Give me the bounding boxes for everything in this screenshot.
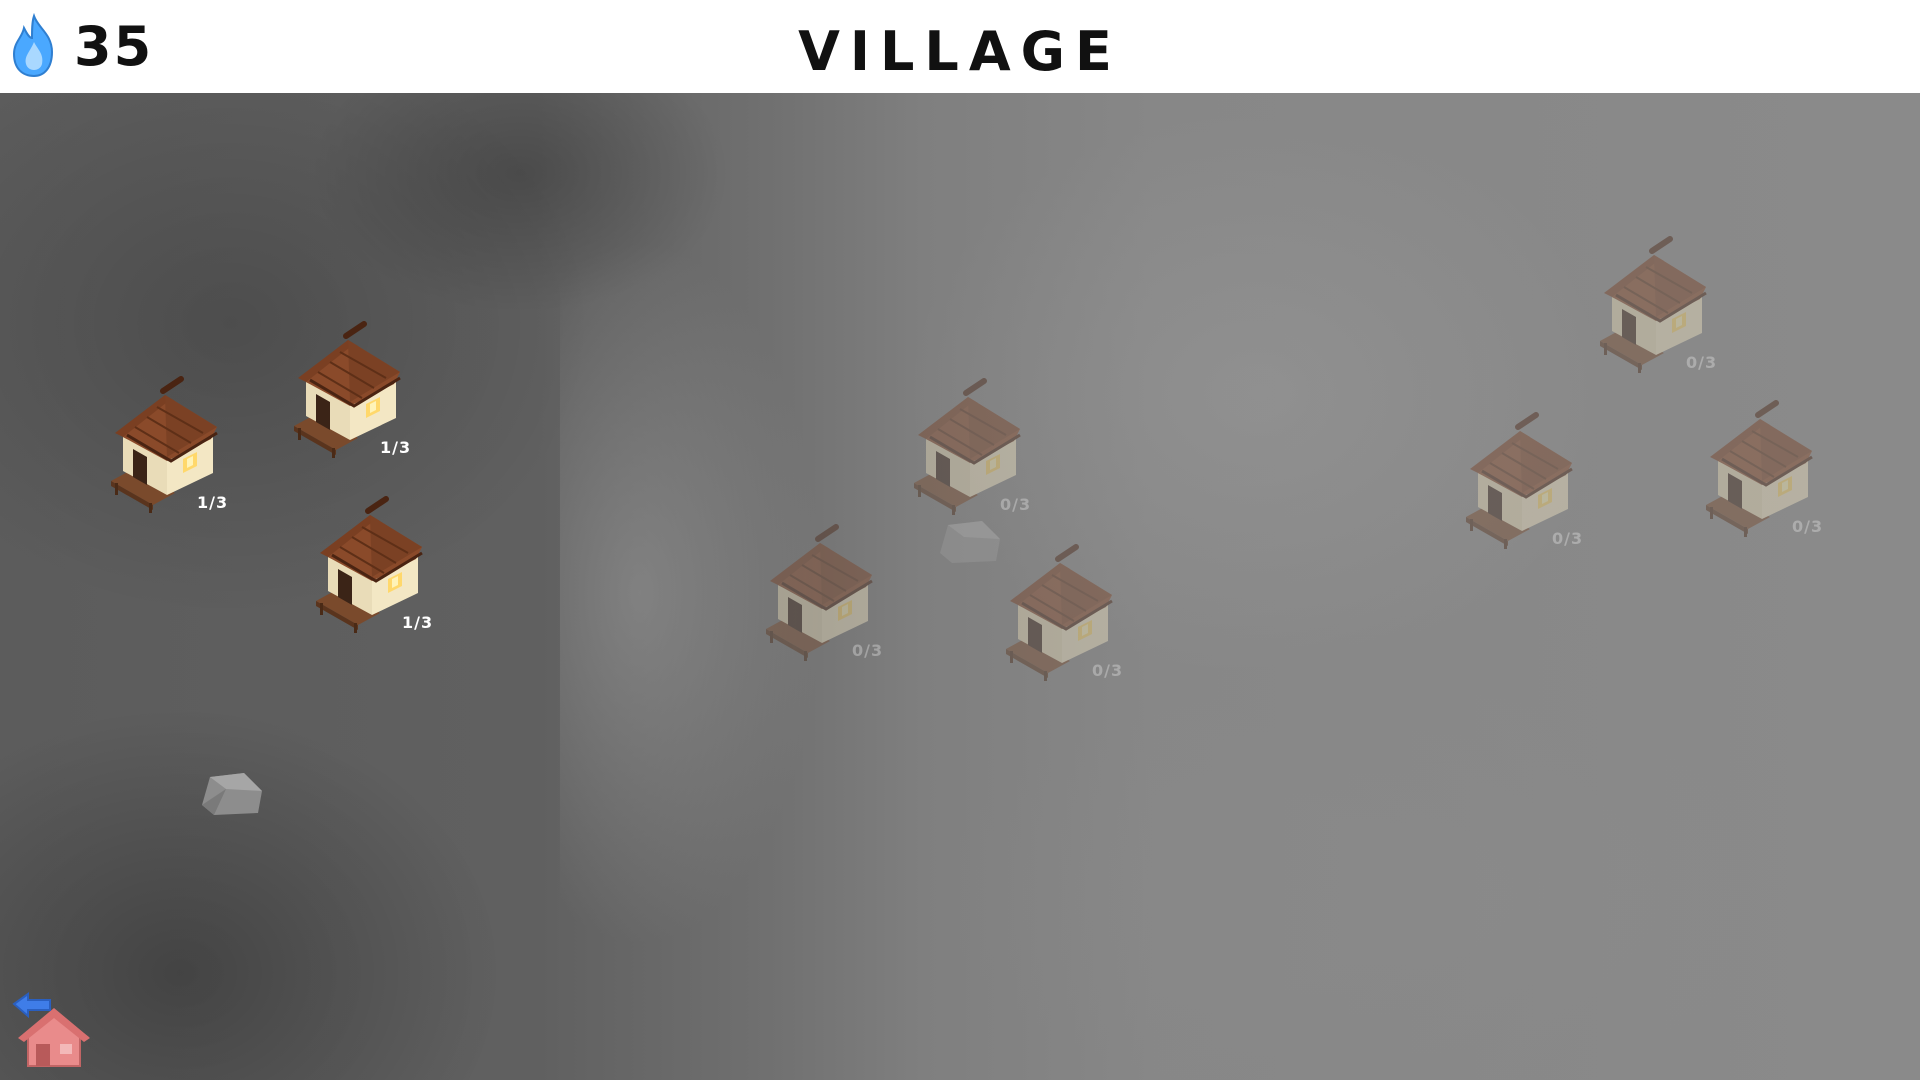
house-icon <box>288 318 418 458</box>
house-occupancy: 1/3 <box>380 438 412 457</box>
house-icon <box>1000 541 1130 681</box>
house-occupancy: 0/3 <box>1552 529 1584 548</box>
back-home-icon <box>12 992 90 1067</box>
house-1[interactable]: 1/3 <box>105 373 255 533</box>
house-occupancy: 0/3 <box>1792 517 1824 536</box>
house-icon <box>1700 397 1830 537</box>
house-icon <box>760 521 890 661</box>
house-icon <box>105 373 235 513</box>
house-8[interactable]: 0/3 <box>1594 233 1744 393</box>
house-5[interactable]: 0/3 <box>908 375 1058 535</box>
house-icon <box>310 493 440 633</box>
village-map: 1/3 1/3 1/3 0/3 0/3 0/3 0/3 0/3 0/3 <box>0 93 1920 1080</box>
top-bar: 35 VILLAGE <box>0 0 1920 93</box>
rock-decoration <box>202 773 262 815</box>
house-9[interactable]: 0/3 <box>1700 397 1850 557</box>
house-4[interactable]: 0/3 <box>760 521 910 681</box>
house-occupancy: 1/3 <box>197 493 229 512</box>
rock-decoration <box>940 521 1000 563</box>
house-occupancy: 0/3 <box>1092 661 1124 680</box>
house-7[interactable]: 0/3 <box>1460 409 1610 569</box>
house-icon <box>1594 233 1724 373</box>
house-icon <box>1460 409 1590 549</box>
house-occupancy: 1/3 <box>402 613 434 632</box>
house-3[interactable]: 1/3 <box>310 493 460 653</box>
house-2[interactable]: 1/3 <box>288 318 438 478</box>
house-occupancy: 0/3 <box>1686 353 1718 372</box>
house-occupancy: 0/3 <box>1000 495 1032 514</box>
back-home-button[interactable] <box>10 988 94 1072</box>
house-occupancy: 0/3 <box>852 641 884 660</box>
house-6[interactable]: 0/3 <box>1000 541 1150 701</box>
page-title: VILLAGE <box>798 20 1122 83</box>
house-icon <box>908 375 1038 515</box>
